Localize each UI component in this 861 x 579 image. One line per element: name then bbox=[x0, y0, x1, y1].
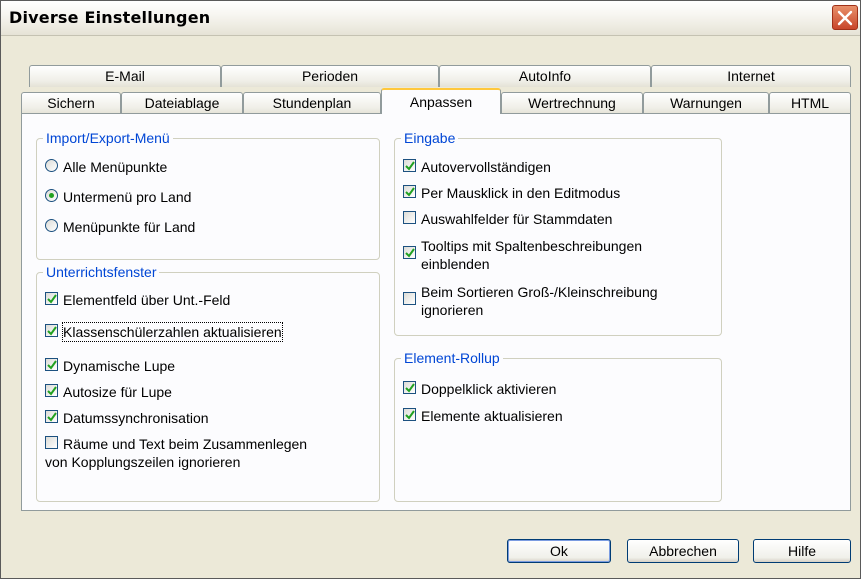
group-title-element-rollup: Element-Rollup bbox=[401, 350, 503, 366]
tab-anpassen[interactable]: Anpassen bbox=[381, 88, 501, 114]
checkbox-label: Autosize für Lupe bbox=[63, 384, 172, 400]
checkbox-label-line2: von Kopplungszeilen ignorieren bbox=[45, 454, 241, 470]
checkmark-icon bbox=[405, 161, 415, 171]
checkbox[interactable] bbox=[45, 384, 58, 397]
group-import-export: Import/Export-Menü Alle Menüpunkte Unter… bbox=[36, 130, 380, 260]
checkbox-label: Klassenschülerzahlen aktualisieren bbox=[62, 322, 283, 342]
tab-dateiablage[interactable]: Dateiablage bbox=[121, 92, 243, 114]
tab-email[interactable]: E-Mail bbox=[29, 65, 221, 87]
checkbox[interactable] bbox=[403, 246, 416, 259]
cancel-button[interactable]: Abbrechen bbox=[627, 539, 739, 563]
checkbox-label-line2: ignorieren bbox=[421, 302, 484, 318]
group-title-unterrichtsfenster: Unterrichtsfenster bbox=[43, 264, 160, 280]
checkbox-label: Elemente aktualisieren bbox=[421, 408, 563, 424]
checkbox[interactable] bbox=[403, 159, 416, 172]
checkbox[interactable] bbox=[45, 324, 58, 337]
checkmark-icon bbox=[405, 187, 415, 197]
checkbox[interactable] bbox=[403, 381, 416, 394]
checkbox-label: Elementfeld über Unt.-Feld bbox=[63, 292, 231, 308]
radio-button[interactable] bbox=[45, 219, 58, 232]
checkmark-icon bbox=[47, 412, 57, 422]
checkbox-label: Autovervollständigen bbox=[421, 159, 551, 175]
tab-panel-anpassen: Import/Export-Menü Alle Menüpunkte Unter… bbox=[21, 113, 851, 511]
group-unterrichtsfenster: Unterrichtsfenster Elementfeld über Unt.… bbox=[36, 264, 380, 502]
group-eingabe: Eingabe Autovervollständigen Per Mauskli… bbox=[394, 130, 722, 336]
checkbox-label: Tooltips mit Spaltenbeschreibungen bbox=[421, 238, 643, 254]
help-button[interactable]: Hilfe bbox=[753, 539, 851, 563]
checkbox-label: Beim Sortieren Groß-/Kleinschreibung bbox=[421, 284, 658, 300]
checkbox-label-line2: einblenden bbox=[421, 256, 490, 272]
tab-wertrechnung[interactable]: Wertrechnung bbox=[501, 92, 643, 114]
group-title-import-export: Import/Export-Menü bbox=[43, 130, 173, 146]
checkmark-icon bbox=[47, 294, 57, 304]
title-bar[interactable]: Diverse Einstellungen bbox=[1, 1, 860, 36]
checkbox[interactable] bbox=[45, 292, 58, 305]
tab-stundenplan[interactable]: Stundenplan bbox=[243, 92, 381, 114]
checkbox[interactable] bbox=[403, 185, 416, 198]
radio-label: Menüpunkte für Land bbox=[63, 219, 196, 235]
checkmark-icon bbox=[405, 410, 415, 420]
checkbox-label: Per Mausklick in den Editmodus bbox=[421, 185, 621, 201]
checkmark-icon bbox=[47, 360, 57, 370]
checkbox[interactable] bbox=[45, 410, 58, 423]
checkbox-label: Räume und Text beim Zusammenlegen bbox=[63, 436, 308, 452]
tab-warnungen[interactable]: Warnungen bbox=[643, 92, 769, 114]
radio-label: Alle Menüpunkte bbox=[63, 159, 168, 175]
checkmark-icon bbox=[405, 383, 415, 393]
checkbox[interactable] bbox=[45, 436, 58, 449]
checkbox-label: Dynamische Lupe bbox=[63, 358, 176, 374]
group-element-rollup: Element-Rollup Doppelklick aktivieren El… bbox=[394, 350, 722, 502]
close-button[interactable] bbox=[832, 5, 858, 30]
tab-autoinfo[interactable]: AutoInfo bbox=[439, 65, 651, 87]
ok-button[interactable]: Ok bbox=[507, 539, 611, 563]
tab-html[interactable]: HTML bbox=[769, 92, 851, 114]
checkbox[interactable] bbox=[403, 292, 416, 305]
checkmark-icon bbox=[405, 248, 415, 258]
radio-button-selected[interactable] bbox=[45, 189, 58, 202]
checkbox[interactable] bbox=[45, 358, 58, 371]
tab-perioden[interactable]: Perioden bbox=[221, 65, 439, 87]
checkbox[interactable] bbox=[403, 211, 416, 224]
radio-dot-icon bbox=[49, 193, 54, 198]
window-title: Diverse Einstellungen bbox=[9, 8, 211, 27]
checkmark-icon bbox=[47, 326, 57, 336]
radio-button[interactable] bbox=[45, 159, 58, 172]
close-icon bbox=[837, 10, 853, 26]
checkbox[interactable] bbox=[403, 408, 416, 421]
checkbox-label: Doppelklick aktivieren bbox=[421, 381, 557, 397]
tab-internet[interactable]: Internet bbox=[651, 65, 851, 87]
group-title-eingabe: Eingabe bbox=[401, 130, 459, 146]
checkbox-label: Auswahlfelder für Stammdaten bbox=[421, 211, 613, 227]
checkbox-label: Datumssynchronisation bbox=[63, 410, 209, 426]
checkmark-icon bbox=[47, 386, 57, 396]
tab-sichern[interactable]: Sichern bbox=[21, 92, 121, 114]
radio-label: Untermenü pro Land bbox=[63, 189, 192, 205]
dialog-window: Diverse Einstellungen E-Mail Perioden Au… bbox=[0, 0, 861, 579]
